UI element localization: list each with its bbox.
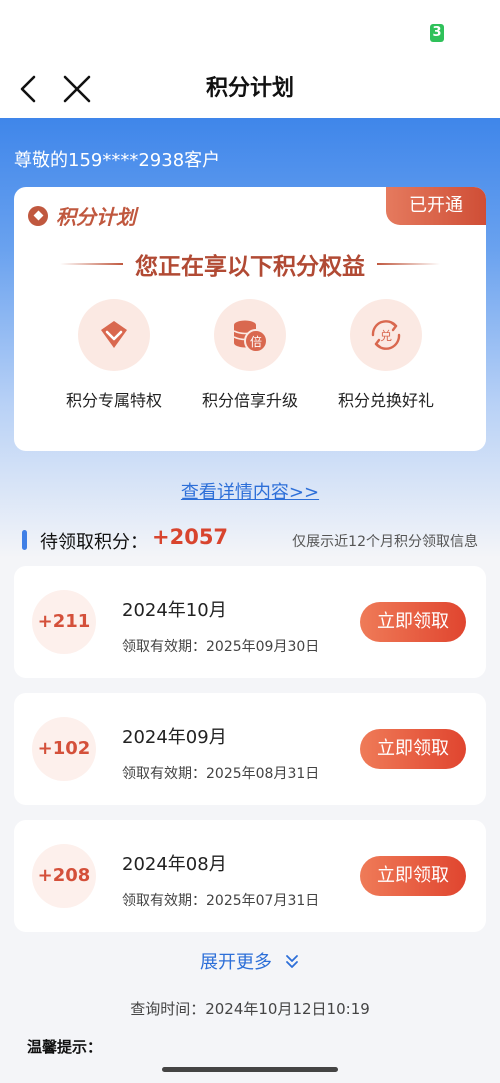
status-badge: 已开通 [386, 187, 486, 225]
benefit-label: 积分兑换好礼 [337, 391, 434, 410]
benefit-label: 积分专属特权 [65, 391, 162, 410]
claim-button[interactable]: 立即领取 [360, 602, 466, 642]
brand-dot-icon [28, 205, 48, 226]
home-indicator [162, 1067, 338, 1072]
chevron-left-icon [20, 75, 36, 103]
brand-text: 积分计划 [56, 205, 136, 229]
tips-title: 温馨提示： [27, 1038, 103, 1056]
coins-multiplier-icon: 倍 [214, 299, 286, 371]
benefit-label: 积分倍享升级 [201, 391, 298, 410]
card-headline-row: 您正在享以下积分权益 [60, 247, 440, 281]
benefit-exchange[interactable]: 兑 积分兑换好礼 [316, 299, 456, 411]
coins-multiplier-text: 倍 [250, 334, 262, 349]
nav-bar: 积分计划 [0, 60, 500, 118]
exchange-icon-text: 兑 [380, 329, 392, 343]
back-button[interactable] [12, 72, 46, 106]
view-details-link[interactable]: 查看详情内容>> [0, 478, 500, 504]
claim-button[interactable]: 立即领取 [360, 729, 466, 769]
expand-more-button[interactable]: 展开更多 [0, 946, 500, 976]
pending-value: +2057 [152, 525, 229, 549]
item-month: 2024年10月 [122, 600, 227, 621]
section-marker [22, 530, 27, 550]
exchange-icon: 兑 [350, 299, 422, 371]
item-month: 2024年08月 [122, 854, 227, 875]
close-button[interactable] [60, 72, 94, 106]
greeting-text: 尊敬的159****2938客户 [14, 150, 221, 171]
claim-button[interactable]: 立即领取 [360, 856, 466, 896]
card-headline: 您正在享以下积分权益 [135, 254, 365, 280]
points-item: +208 2024年08月 领取有效期：2025年07月31日 立即领取 [14, 820, 486, 932]
query-time: 查询时间：2024年10月12日10:19 [130, 1000, 370, 1018]
points-item: +211 2024年10月 领取有效期：2025年09月30日 立即领取 [14, 566, 486, 678]
pending-note: 仅展示近12个月积分领取信息 [292, 534, 478, 550]
points-badge: +211 [32, 590, 96, 654]
item-validity: 领取有效期：2025年09月30日 [122, 639, 320, 655]
diamond-icon [78, 299, 150, 371]
card-brand: 积分计划 [28, 201, 136, 230]
points-badge: +102 [32, 717, 96, 781]
pending-label: 待领取积分： [40, 532, 148, 553]
benefit-card: 积分计划 已开通 您正在享以下积分权益 积分专属特权 倍 积分倍享升级 兑 积分… [14, 187, 486, 451]
pending-points-row: 待领取积分： +2057 仅展示近12个月积分领取信息 [0, 522, 500, 556]
points-item: +102 2024年09月 领取有效期：2025年08月31日 立即领取 [14, 693, 486, 805]
headline-divider-left [60, 263, 123, 265]
headline-divider-right [377, 263, 440, 265]
status-bar: 3 [0, 0, 500, 60]
benefit-upgrade[interactable]: 倍 积分倍享升级 [180, 299, 320, 411]
points-badge: +208 [32, 844, 96, 908]
expand-more-label: 展开更多 [200, 952, 272, 973]
item-validity: 领取有效期：2025年07月31日 [122, 893, 320, 909]
close-icon [63, 75, 91, 103]
item-validity: 领取有效期：2025年08月31日 [122, 766, 320, 782]
double-chevron-down-icon [286, 955, 298, 968]
battery-indicator: 3 [430, 24, 444, 42]
benefit-exclusive[interactable]: 积分专属特权 [44, 299, 184, 411]
item-month: 2024年09月 [122, 727, 227, 748]
